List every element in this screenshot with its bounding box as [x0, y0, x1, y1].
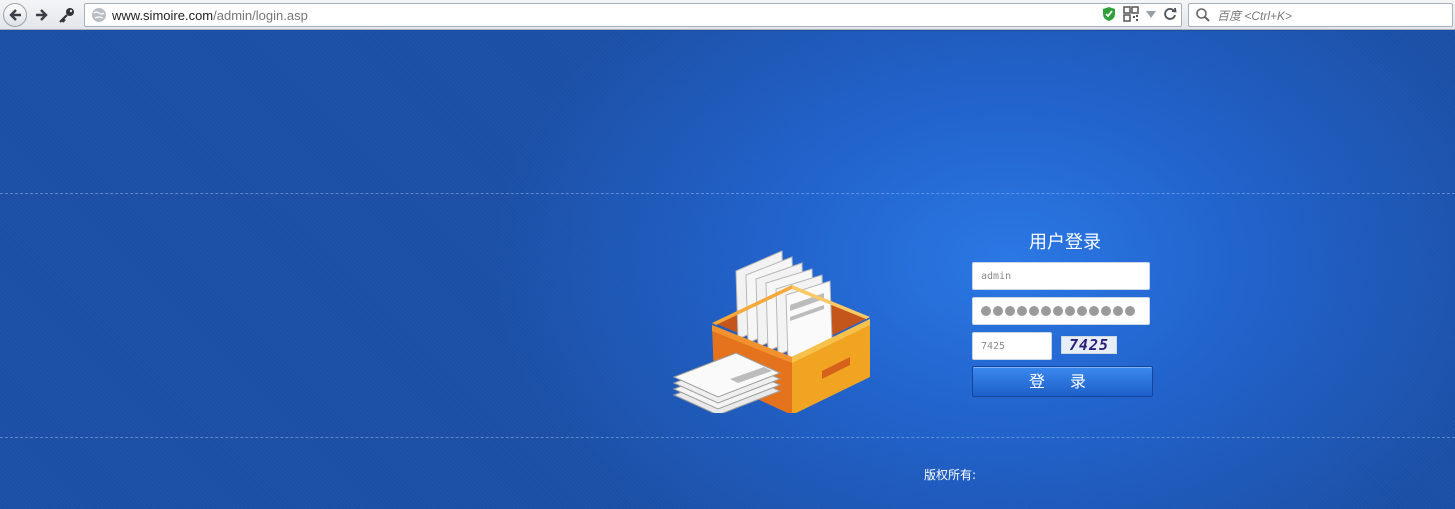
password-dot — [1077, 306, 1087, 316]
key-icon — [59, 7, 74, 23]
password-dot — [1065, 306, 1075, 316]
password-dot — [1029, 306, 1039, 316]
password-dot — [1101, 306, 1111, 316]
arrow-left-icon — [9, 8, 21, 21]
address-bar[interactable]: www.simoire.com/admin/login.asp — [84, 3, 1182, 27]
file-drawer-illustration — [672, 250, 870, 413]
site-identity-button[interactable] — [56, 3, 78, 27]
password-input[interactable] — [972, 297, 1150, 325]
search-bar[interactable]: 百度 <Ctrl+K> — [1188, 3, 1453, 27]
dropdown-triangle-icon[interactable] — [1145, 8, 1157, 20]
arrow-right-icon — [36, 8, 48, 21]
captcha-input[interactable]: 7425 — [972, 332, 1052, 360]
back-button[interactable] — [3, 2, 27, 27]
password-dot — [1017, 306, 1027, 316]
login-title: 用户登录 — [1029, 232, 1101, 253]
lower-divider — [0, 437, 1455, 438]
shield-icon[interactable] — [1101, 6, 1117, 22]
browser-toolbar: www.simoire.com/admin/login.asp 百度 <Ctrl… — [0, 0, 1455, 30]
url-path: /admin/login.asp — [213, 7, 308, 23]
qr-code-icon[interactable] — [1123, 6, 1139, 22]
copyright-text: 版权所有: — [924, 468, 977, 482]
username-input[interactable]: admin — [972, 262, 1150, 290]
search-icon — [1196, 8, 1210, 22]
login-page: 用户登录 admin 7425 7425 登 录 版权所有: — [0, 31, 1455, 509]
globe-icon — [92, 8, 106, 22]
login-button[interactable]: 登 录 — [972, 366, 1153, 397]
forward-button[interactable] — [30, 3, 54, 27]
password-dot — [1005, 306, 1015, 316]
password-dot — [1113, 306, 1123, 316]
upper-divider — [0, 193, 1455, 194]
password-dot — [993, 306, 1003, 316]
reload-icon[interactable] — [1163, 7, 1177, 21]
password-dot — [1053, 306, 1063, 316]
url-domain: www.simoire.com — [112, 7, 214, 23]
search-placeholder: 百度 <Ctrl+K> — [1217, 8, 1293, 23]
password-dot — [1089, 306, 1099, 316]
captcha-image[interactable]: 7425 — [1061, 336, 1117, 354]
password-dot — [981, 306, 991, 316]
password-mask — [981, 306, 1135, 316]
url-text: www.simoire.com/admin/login.asp — [112, 8, 308, 23]
password-dot — [1041, 306, 1051, 316]
password-dot — [1125, 306, 1135, 316]
